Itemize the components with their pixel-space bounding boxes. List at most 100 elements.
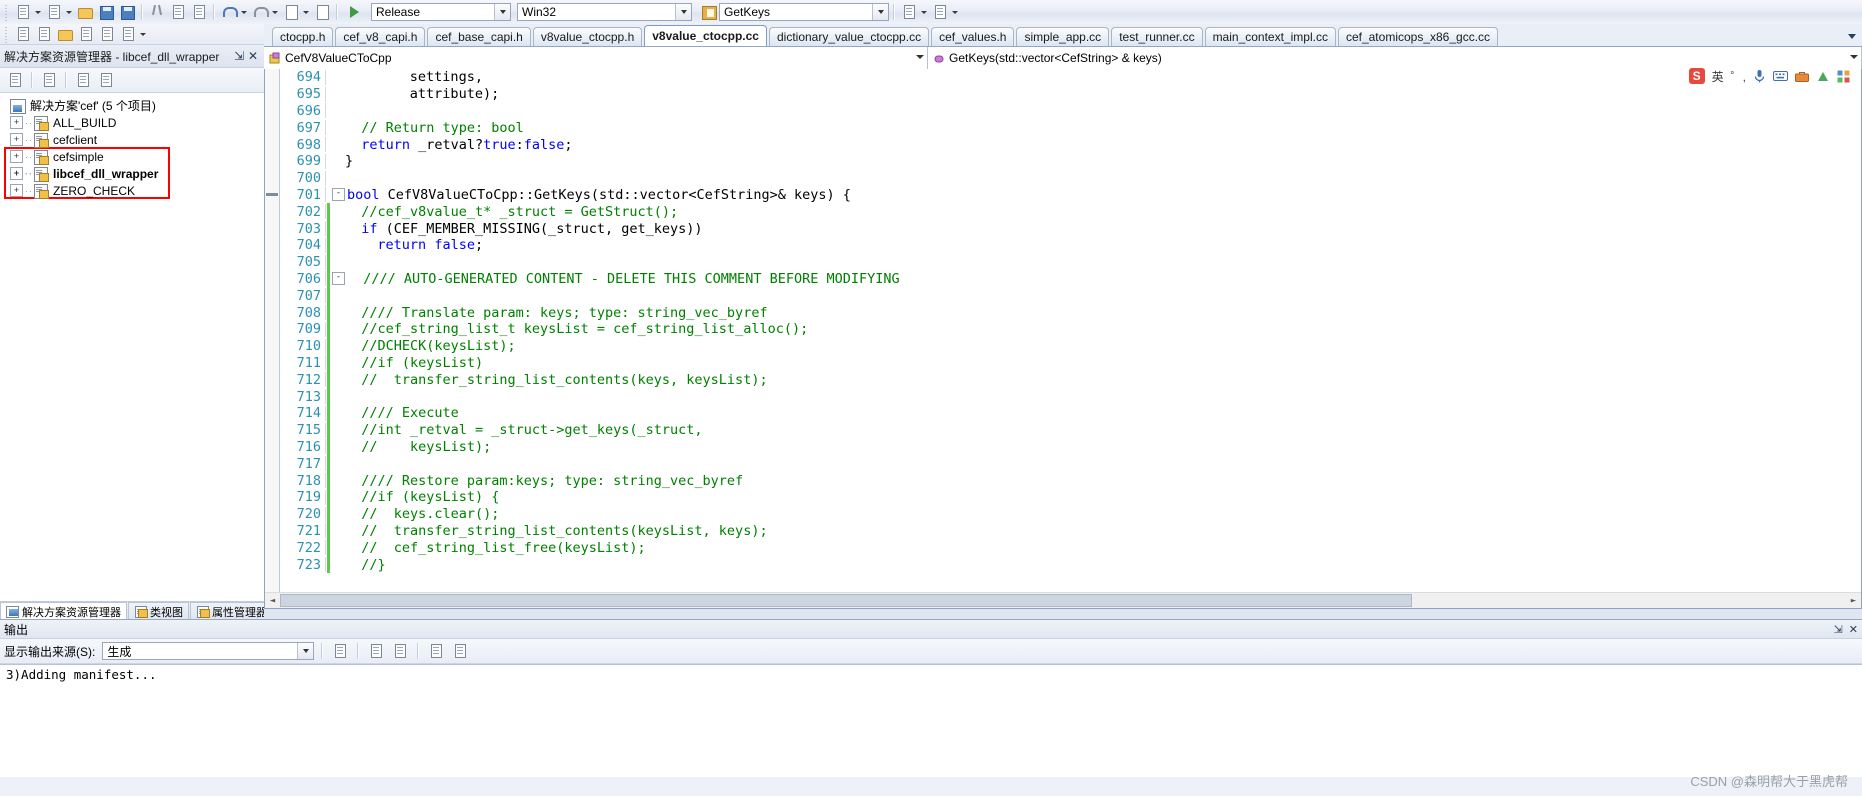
document-tab[interactable]: cef_v8_capi.h xyxy=(335,27,426,46)
document-tab[interactable]: ctocpp.h xyxy=(272,27,334,46)
code-line[interactable]: 723 //} xyxy=(265,556,1861,574)
refresh-button[interactable] xyxy=(38,70,59,90)
pin-icon[interactable]: ⇲ xyxy=(1834,623,1843,636)
code-line[interactable]: 700 xyxy=(265,170,1861,187)
expander-icon[interactable]: + xyxy=(10,184,23,197)
document-tab[interactable]: dictionary_value_ctocpp.cc xyxy=(768,27,930,46)
open-file-button[interactable] xyxy=(74,2,95,22)
se-tool-3[interactable] xyxy=(54,24,75,44)
chevron-down-icon[interactable] xyxy=(675,4,691,20)
se-tool-4[interactable] xyxy=(75,24,96,44)
code-line[interactable]: 711 //if (keysList) xyxy=(265,354,1861,372)
code-line[interactable]: 702 //cef_v8value_t* _struct = GetStruct(… xyxy=(265,203,1861,221)
find-combo[interactable]: GetKeys xyxy=(719,3,889,21)
redo-dropdown[interactable] xyxy=(270,2,280,22)
document-tab[interactable]: v8value_ctocpp.h xyxy=(532,27,643,46)
code-line[interactable]: 722 // cef_string_list_free(keysList); xyxy=(265,539,1861,557)
output-word-wrap-button[interactable] xyxy=(449,641,470,661)
output-go-to-previous-button[interactable] xyxy=(365,641,386,661)
tree-node-cefclient[interactable]: + ··· cefclient xyxy=(0,131,264,148)
paste-button[interactable] xyxy=(188,2,209,22)
extra-tool-1-dropdown[interactable] xyxy=(919,2,929,22)
add-new-item-button[interactable] xyxy=(43,2,64,22)
ime-language-label[interactable]: 英 xyxy=(1712,68,1724,85)
output-find-message-button[interactable] xyxy=(329,641,350,661)
redo-button[interactable] xyxy=(249,2,270,22)
undo-dropdown[interactable] xyxy=(239,2,249,22)
chevron-down-icon[interactable] xyxy=(1850,55,1858,59)
new-project-button[interactable] xyxy=(12,2,33,22)
code-line[interactable]: 698 return _retval?true:false; xyxy=(265,136,1861,153)
code-line[interactable]: 716 // keysList); xyxy=(265,438,1861,456)
code-line[interactable]: 701- bool CefV8ValueCToCpp::GetKeys(std::… xyxy=(265,187,1861,204)
document-tab[interactable]: simple_app.cc xyxy=(1016,27,1110,46)
expander-icon[interactable]: + xyxy=(10,133,23,146)
expander-icon[interactable]: + xyxy=(10,116,23,129)
output-source-combo[interactable]: 生成 xyxy=(102,642,315,660)
code-line[interactable]: 715 //int _retval = _struct->get_keys(_st… xyxy=(265,421,1861,439)
output-go-to-next-button[interactable] xyxy=(389,641,410,661)
code-line[interactable]: 709 //cef_string_list_t keysList = cef_st… xyxy=(265,320,1861,338)
properties-button[interactable] xyxy=(72,70,93,90)
save-all-button[interactable] xyxy=(116,2,137,22)
code-line[interactable]: 708 //// Translate param: keys; type: str… xyxy=(265,304,1861,322)
navigate-backward-dropdown[interactable] xyxy=(301,2,311,22)
skin-icon[interactable] xyxy=(1816,70,1830,83)
close-icon[interactable]: ✕ xyxy=(246,48,260,64)
mic-icon[interactable] xyxy=(1753,69,1766,83)
code-line[interactable]: 703 if (CEF_MEMBER_MISSING(_struct, get_k… xyxy=(265,220,1861,238)
extra-tool-1[interactable] xyxy=(898,2,919,22)
code-line[interactable]: 712 // transfer_string_list_contents(keys… xyxy=(265,371,1861,389)
code-editor[interactable]: 694 settings, 695 attribute); 696 697 // Retur… xyxy=(264,69,1862,609)
pin-icon[interactable]: ⇲ xyxy=(232,48,246,64)
save-button[interactable] xyxy=(95,2,116,22)
add-new-item-dropdown[interactable] xyxy=(64,2,74,22)
chevron-down-icon[interactable] xyxy=(916,55,924,59)
code-line[interactable]: 720 // keys.clear(); xyxy=(265,505,1861,523)
find-in-solution-button[interactable] xyxy=(95,70,116,90)
chevron-down-icon[interactable] xyxy=(872,4,888,20)
toolbox-icon[interactable] xyxy=(1795,70,1809,83)
toolbar-grip[interactable] xyxy=(3,3,10,21)
tabstrip-dropdown[interactable] xyxy=(1844,27,1860,45)
fold-toggle-icon[interactable]: - xyxy=(332,272,345,286)
document-tab[interactable]: cef_atomicops_x86_gcc.cc xyxy=(1337,27,1499,46)
toolbar-overflow[interactable] xyxy=(950,2,960,22)
code-line[interactable]: 706- //// AUTO-GENERATED CONTENT - DELETE… xyxy=(265,270,1861,288)
ime-toolbar[interactable]: S 英 ゜, xyxy=(1685,66,1854,86)
se-tool-2[interactable] xyxy=(33,24,54,44)
expander-icon[interactable]: + xyxy=(10,167,23,180)
document-tab[interactable]: cef_base_capi.h xyxy=(427,27,531,46)
panel-grip[interactable] xyxy=(3,25,10,43)
find-target-button[interactable] xyxy=(698,2,719,22)
show-all-files-button[interactable] xyxy=(4,70,25,90)
new-project-dropdown[interactable] xyxy=(33,2,43,22)
document-tab[interactable]: main_context_impl.cc xyxy=(1204,27,1336,46)
navigate-forward-button[interactable] xyxy=(311,2,332,22)
tree-node-cefsimple[interactable]: + ··· cefsimple xyxy=(0,148,264,165)
undo-button[interactable] xyxy=(218,2,239,22)
code-line[interactable]: 704 return false; xyxy=(265,236,1861,254)
se-toolbar-overflow[interactable] xyxy=(138,24,148,44)
code-line[interactable]: 695 attribute); xyxy=(265,86,1861,103)
expander-icon[interactable]: + xyxy=(10,150,23,163)
tab-property-manager[interactable]: 属性管理器 xyxy=(190,602,273,620)
close-icon[interactable]: ✕ xyxy=(1849,623,1858,636)
scroll-right-icon[interactable]: ► xyxy=(1846,593,1861,608)
code-line[interactable]: 697 // Return type: bool xyxy=(265,119,1861,136)
code-line[interactable]: 699} xyxy=(265,153,1861,170)
tab-solution-explorer[interactable]: 解决方案资源管理器 xyxy=(0,602,127,620)
solution-configuration-combo[interactable]: Release xyxy=(371,3,511,21)
solution-platform-combo[interactable]: Win32 xyxy=(517,3,692,21)
tree-node-zero-check[interactable]: + ··· ZERO_CHECK xyxy=(0,182,264,199)
se-tool-1[interactable] xyxy=(12,24,33,44)
navbar-class-dropdown[interactable]: CefV8ValueCToCpp xyxy=(264,47,928,69)
tree-node-libcef-dll-wrapper[interactable]: + ··· libcef_dll_wrapper xyxy=(0,165,264,182)
se-tool-6[interactable] xyxy=(117,24,138,44)
tab-class-view[interactable]: 类视图 xyxy=(128,602,189,620)
code-line[interactable]: 713 xyxy=(265,388,1861,406)
code-line[interactable]: 696 xyxy=(265,103,1861,120)
code-line[interactable]: 705 xyxy=(265,253,1861,271)
document-tab[interactable]: test_runner.cc xyxy=(1111,27,1203,46)
tree-node-solution-root[interactable]: 解决方案'cef' (5 个项目) xyxy=(0,97,264,114)
